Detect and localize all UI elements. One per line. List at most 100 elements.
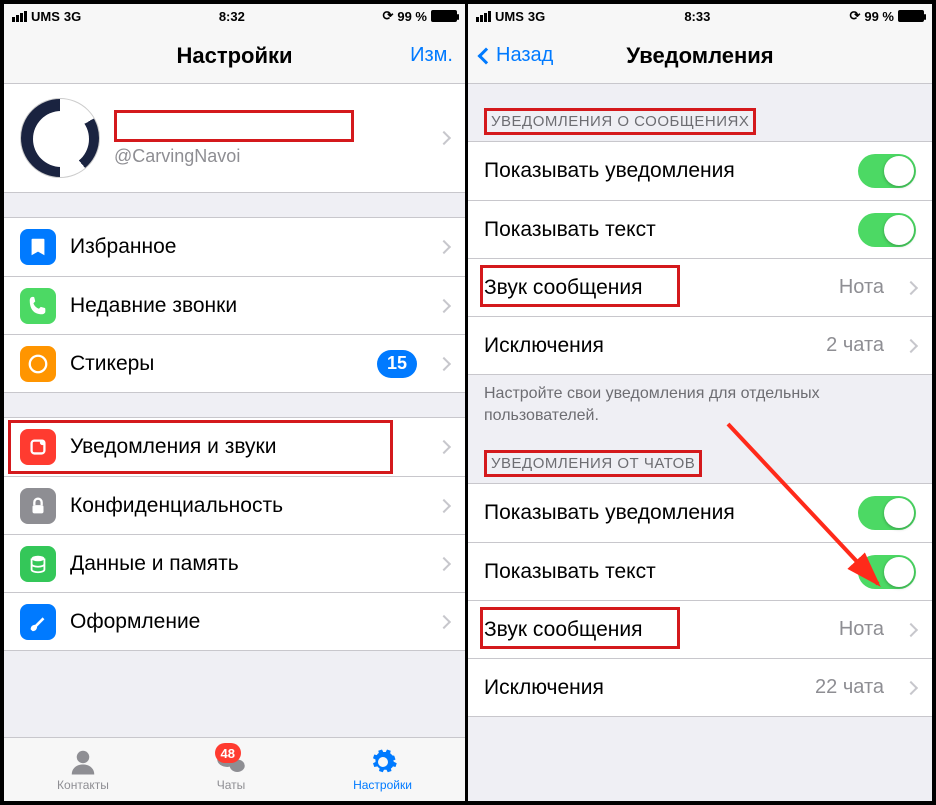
- page-title: Уведомления: [626, 43, 773, 69]
- row-value: 22 чата: [815, 676, 884, 699]
- row-sound[interactable]: Звук сообщения Нота: [468, 258, 932, 316]
- phone-icon: [20, 288, 56, 324]
- time-label: 8:32: [219, 9, 245, 24]
- status-bar: UMS 3G 8:32 ⟳ 99 %: [4, 4, 465, 28]
- battery-percent: 99 %: [397, 9, 427, 24]
- signal-icon: [476, 11, 491, 22]
- chevron-right-icon: [437, 240, 451, 254]
- row-data[interactable]: Данные и память: [4, 534, 465, 592]
- row-label: Показывать текст: [484, 218, 844, 242]
- row-label: Конфиденциальность: [70, 494, 425, 518]
- toggle-switch[interactable]: [858, 213, 916, 247]
- row-value: Нота: [839, 276, 884, 299]
- tab-bar: Контакты 48 Чаты Настройки: [4, 737, 465, 801]
- row-recent-calls[interactable]: Недавние звонки: [4, 276, 465, 334]
- row-privacy[interactable]: Конфиденциальность: [4, 476, 465, 534]
- avatar: [20, 98, 100, 178]
- back-button[interactable]: Назад: [480, 44, 553, 67]
- row-label: Избранное: [70, 235, 425, 259]
- row-appearance[interactable]: Оформление: [4, 592, 465, 650]
- row-show-text-chat[interactable]: Показывать текст: [468, 542, 932, 600]
- chevron-right-icon: [437, 614, 451, 628]
- row-show-notifs-chat[interactable]: Показывать уведомления: [468, 484, 932, 542]
- chats-badge: 48: [215, 743, 241, 763]
- group-chat-notifs: Показывать уведомления Показывать текст …: [468, 483, 932, 717]
- battery-icon: [898, 10, 924, 22]
- bookmark-icon: [20, 229, 56, 265]
- tab-contacts[interactable]: Контакты: [57, 747, 109, 792]
- row-sound-chat[interactable]: Звук сообщения Нота: [468, 600, 932, 658]
- settings-screen: UMS 3G 8:32 ⟳ 99 % Настройки Изм. @Carvi…: [4, 4, 468, 801]
- row-label: Уведомления и звуки: [70, 435, 425, 459]
- carrier-label: UMS: [495, 9, 524, 24]
- row-label: Показывать уведомления: [484, 501, 844, 525]
- tab-settings[interactable]: Настройки: [353, 747, 412, 792]
- chevron-right-icon: [904, 338, 918, 352]
- group-general: Избранное Недавние звонки Стикеры 15: [4, 217, 465, 393]
- lock-icon: [20, 488, 56, 524]
- status-bar: UMS 3G 8:33 ⟳ 99 %: [468, 4, 932, 28]
- chevron-right-icon: [437, 440, 451, 454]
- tab-label: Чаты: [217, 778, 246, 792]
- row-label: Звук сообщения: [484, 276, 825, 300]
- chevron-left-icon: [478, 47, 495, 64]
- carrier-label: UMS: [31, 9, 60, 24]
- highlight-box: УВЕДОМЛЕНИЯ ОТ ЧАТОВ: [484, 450, 702, 477]
- row-label: Исключения: [484, 676, 801, 700]
- page-title: Настройки: [176, 43, 292, 69]
- profile-handle: @CarvingNavoi: [114, 146, 425, 167]
- network-label: 3G: [64, 9, 81, 24]
- tab-chats[interactable]: 48 Чаты: [215, 747, 247, 792]
- row-show-text[interactable]: Показывать текст: [468, 200, 932, 258]
- row-label: Данные и память: [70, 552, 425, 576]
- row-value: 2 чата: [826, 334, 884, 357]
- section-footer: Настройте свои уведомления для отдельных…: [468, 375, 932, 426]
- row-exceptions-chat[interactable]: Исключения 22 чата: [468, 658, 932, 716]
- section-header-messages: УВЕДОМЛЕНИЯ О СООБЩЕНИЯХ: [468, 84, 932, 141]
- nav-bar: Назад Уведомления: [468, 28, 932, 84]
- chevron-right-icon: [904, 681, 918, 695]
- chevron-right-icon: [904, 280, 918, 294]
- tab-label: Настройки: [353, 778, 412, 792]
- chevron-right-icon: [437, 298, 451, 312]
- nav-bar: Настройки Изм.: [4, 28, 465, 84]
- rotation-lock-icon: ⟳: [849, 8, 860, 24]
- row-label: Исключения: [484, 334, 812, 358]
- group-message-notifs: Показывать уведомления Показывать текст …: [468, 141, 932, 375]
- toggle-switch[interactable]: [858, 154, 916, 188]
- contact-icon: [67, 747, 99, 777]
- row-exceptions[interactable]: Исключения 2 чата: [468, 316, 932, 374]
- network-label: 3G: [528, 9, 545, 24]
- row-show-notifs[interactable]: Показывать уведомления: [468, 142, 932, 200]
- chevron-right-icon: [437, 131, 451, 145]
- toggle-switch[interactable]: [858, 496, 916, 530]
- row-label: Стикеры: [70, 352, 363, 376]
- rotation-lock-icon: ⟳: [382, 8, 393, 24]
- row-notifications[interactable]: Уведомления и звуки: [4, 418, 465, 476]
- bell-icon: [20, 429, 56, 465]
- stickers-badge: 15: [377, 350, 417, 378]
- group-settings: Уведомления и звуки Конфиденциальность Д…: [4, 417, 465, 651]
- row-label: Показывать текст: [484, 560, 844, 584]
- battery-percent: 99 %: [864, 9, 894, 24]
- tab-label: Контакты: [57, 778, 109, 792]
- chevron-right-icon: [437, 498, 451, 512]
- toggle-switch[interactable]: [858, 555, 916, 589]
- gear-icon: [367, 747, 399, 777]
- row-label: Показывать уведомления: [484, 159, 844, 183]
- row-label: Звук сообщения: [484, 618, 825, 642]
- chevron-right-icon: [437, 556, 451, 570]
- section-header-chats: УВЕДОМЛЕНИЯ ОТ ЧАТОВ: [468, 426, 932, 483]
- battery-icon: [431, 10, 457, 22]
- back-label: Назад: [496, 44, 553, 67]
- chevron-right-icon: [904, 623, 918, 637]
- row-favorites[interactable]: Избранное: [4, 218, 465, 276]
- profile-name-redacted: [114, 110, 354, 142]
- edit-button[interactable]: Изм.: [410, 44, 453, 67]
- row-stickers[interactable]: Стикеры 15: [4, 334, 465, 392]
- signal-icon: [12, 11, 27, 22]
- profile-row[interactable]: @CarvingNavoi: [4, 84, 465, 193]
- row-value: Нота: [839, 618, 884, 641]
- row-label: Недавние звонки: [70, 294, 425, 318]
- row-label: Оформление: [70, 610, 425, 634]
